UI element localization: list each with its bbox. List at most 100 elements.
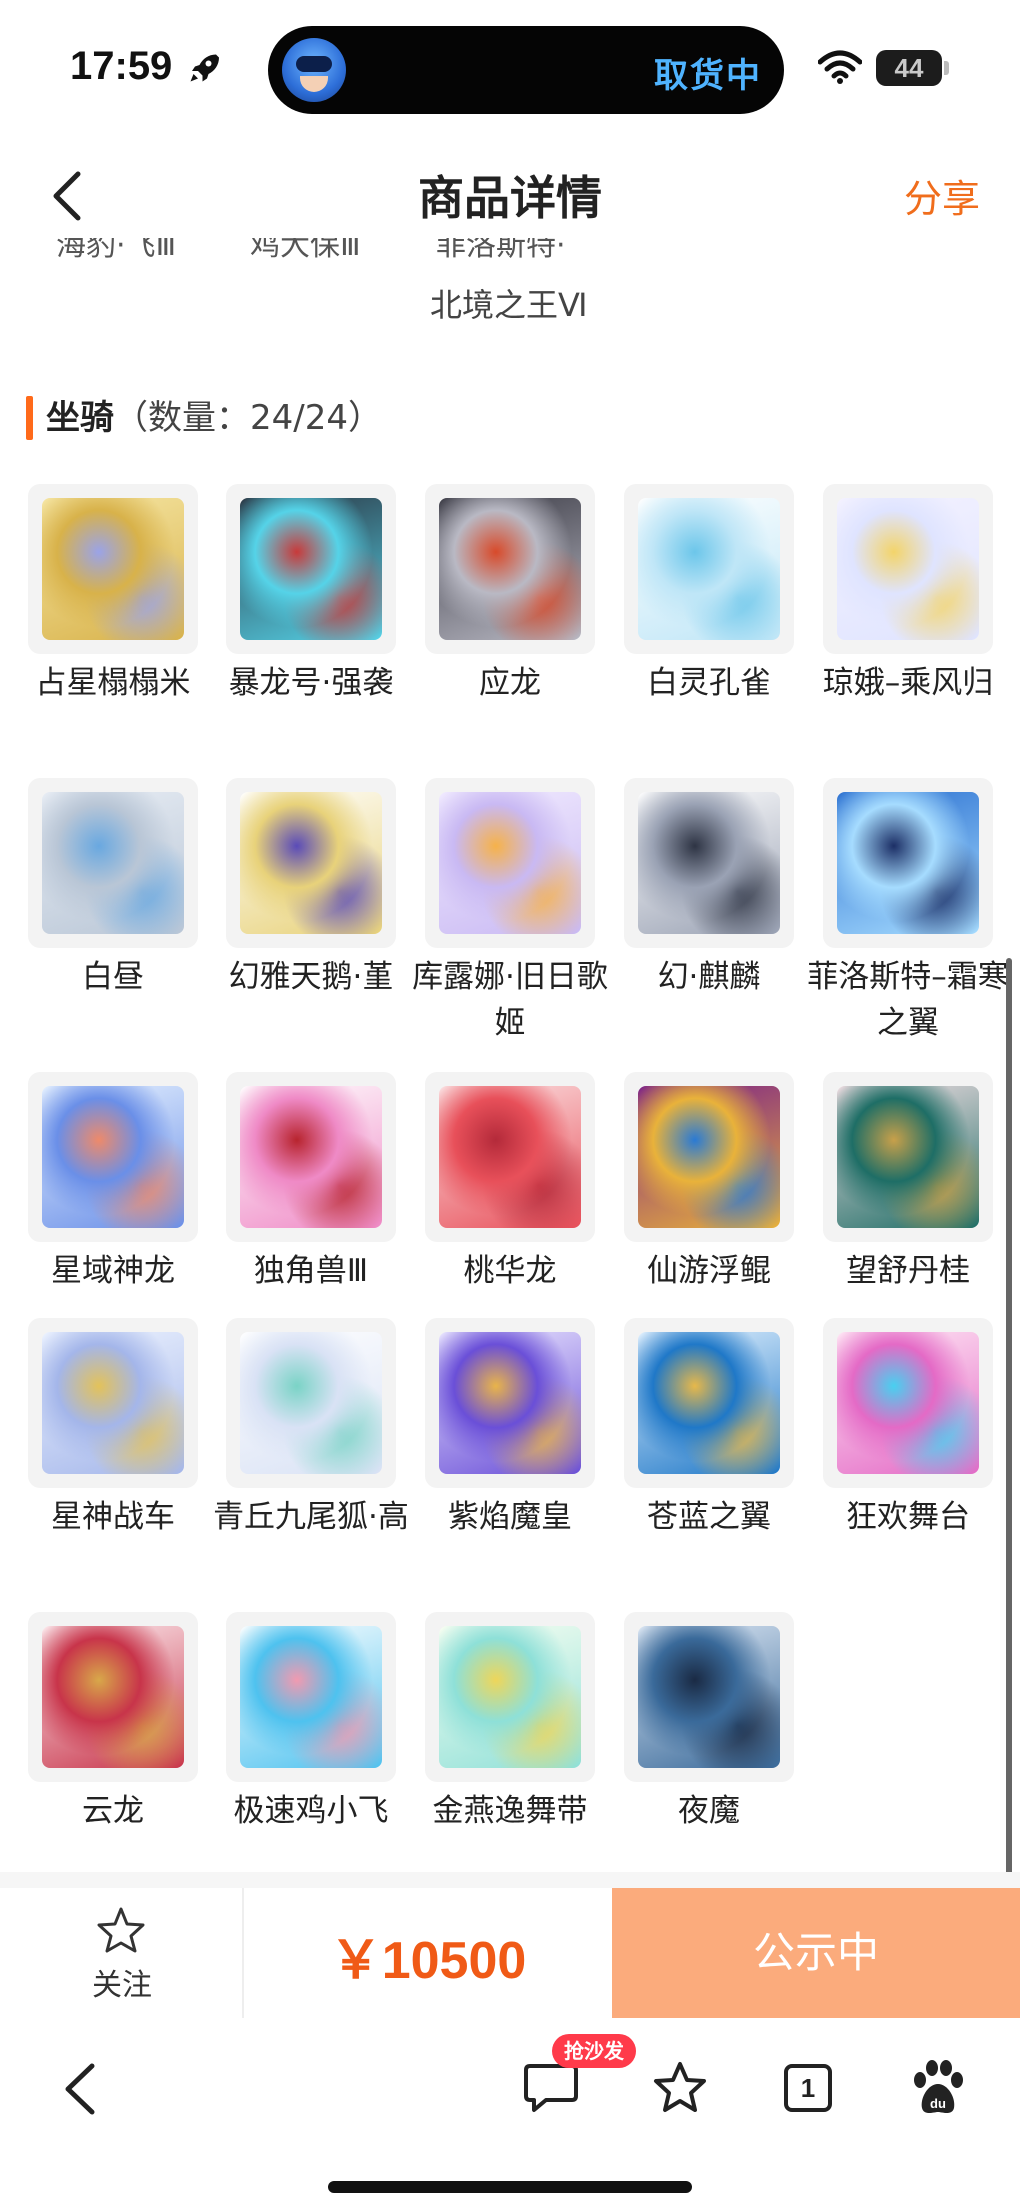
mount-name: 桃华龙 <box>463 1253 557 1289</box>
mount-name: 应龙 <box>479 665 541 701</box>
mount-thumbnail[interactable] <box>823 1318 993 1488</box>
mount-image <box>240 1332 382 1474</box>
mount-thumbnail[interactable] <box>624 778 794 948</box>
price: ￥10500 <box>329 1932 527 1990</box>
section-count: 24/24 <box>250 398 348 438</box>
island-status-text: 取货中 <box>654 56 762 96</box>
battery-icon: 44 <box>876 50 942 86</box>
previous-section-tail: 海豹·飞Ⅲ 鸡大保Ⅲ 菲洛斯特· 北境之王Ⅵ <box>0 238 1020 330</box>
mount-thumbnail[interactable] <box>28 1318 198 1488</box>
status-time: 17:59 <box>70 44 173 88</box>
mount-image <box>837 498 979 640</box>
rocket-icon <box>190 54 219 82</box>
mount-thumbnail[interactable] <box>624 484 794 654</box>
mount-thumbnail[interactable] <box>425 1612 595 1782</box>
mount-thumbnail[interactable] <box>624 1612 794 1782</box>
wifi-icon <box>818 50 862 84</box>
mount-thumbnail[interactable] <box>28 1072 198 1242</box>
favorite-star-icon[interactable] <box>652 2060 708 2114</box>
mount-thumbnail[interactable] <box>28 484 198 654</box>
mount-name: 紫焰魔皇 <box>448 1499 572 1535</box>
mount-name: 占星榻榻米 <box>35 665 191 701</box>
mount-image <box>439 1626 581 1768</box>
mount-name: 金燕逸舞带 <box>432 1793 588 1829</box>
comment-badge: 抢沙发 <box>552 2034 636 2068</box>
section-title: 坐骑（数量：24/24） <box>46 396 382 440</box>
cut-item-label: 鸡大保Ⅲ <box>250 238 361 263</box>
mount-image <box>42 1626 184 1768</box>
comment-icon[interactable] <box>522 2060 580 2114</box>
mount-thumbnail[interactable] <box>425 1072 595 1242</box>
action-bar: 关注 ￥10500 公示中 <box>0 1888 1020 2018</box>
mount-name: 仙游浮鲲 <box>647 1253 771 1289</box>
mount-image <box>638 1626 780 1768</box>
mount-thumbnail[interactable] <box>226 1072 396 1242</box>
mount-thumbnail[interactable] <box>624 1318 794 1488</box>
page-title: 商品详情 <box>418 171 602 225</box>
mount-name: 独角兽Ⅲ <box>253 1253 369 1289</box>
mount-thumbnail[interactable] <box>425 778 595 948</box>
delivery-avatar-icon <box>282 38 346 102</box>
mount-image <box>837 792 979 934</box>
section-count-close: ） <box>347 398 382 438</box>
mount-name: 白灵孔雀 <box>647 665 771 701</box>
mount-name: 望舒丹桂 <box>846 1253 970 1289</box>
mount-image <box>42 792 184 934</box>
mount-image <box>439 1086 581 1228</box>
mount-image <box>240 1086 382 1228</box>
mount-thumbnail[interactable] <box>226 1612 396 1782</box>
mount-thumbnail[interactable] <box>425 484 595 654</box>
mount-thumbnail[interactable] <box>28 1612 198 1782</box>
browser-toolbar: 抢沙发 1 du <box>0 2018 1020 2158</box>
mount-name: 云龙 <box>82 1793 144 1829</box>
mount-image <box>439 1332 581 1474</box>
tabs-count-icon[interactable]: 1 <box>784 2064 832 2112</box>
section-count-label: （数量： <box>114 398 250 438</box>
baidu-paw-icon[interactable]: du <box>910 2058 966 2118</box>
scrollbar[interactable] <box>1006 958 1012 2012</box>
mount-image <box>240 1626 382 1768</box>
mount-name: 青丘九尾狐·高 <box>213 1499 409 1535</box>
mount-name: 星神战车 <box>51 1499 175 1535</box>
follow-label: 关注 <box>92 1968 152 2003</box>
dynamic-island[interactable]: 取货中 <box>268 26 784 114</box>
mount-image <box>439 498 581 640</box>
mount-thumbnail[interactable] <box>624 1072 794 1242</box>
status-bar: 17:59 取货中 44 <box>0 0 1020 130</box>
browser-back-icon[interactable] <box>60 2060 100 2118</box>
share-button[interactable]: 分享 <box>904 168 980 223</box>
publicity-status-button[interactable]: 公示中 <box>612 1888 1020 2018</box>
mount-image <box>42 1332 184 1474</box>
mount-thumbnail[interactable] <box>425 1318 595 1488</box>
mount-name: 幻·麒麟 <box>657 959 761 995</box>
follow-button[interactable]: 关注 <box>0 1888 244 2018</box>
cut-item-label: 菲洛斯特· <box>436 238 566 263</box>
star-icon <box>97 1907 145 1953</box>
mount-name: 暴龙号·强袭 <box>228 665 394 701</box>
home-indicator <box>328 2181 692 2193</box>
mount-image <box>837 1086 979 1228</box>
item-label: 北境之王Ⅵ <box>430 286 588 324</box>
mount-image <box>638 792 780 934</box>
mount-thumbnail[interactable] <box>226 484 396 654</box>
mount-thumbnail[interactable] <box>226 778 396 948</box>
mount-image <box>638 1332 780 1474</box>
mount-thumbnail[interactable] <box>823 778 993 948</box>
mount-thumbnail[interactable] <box>226 1318 396 1488</box>
mount-name: 夜魔 <box>678 1793 740 1829</box>
navigation-bar: 商品详情 分享 <box>0 140 1020 250</box>
mount-image <box>240 498 382 640</box>
mount-thumbnail[interactable] <box>28 778 198 948</box>
mount-name: 菲洛斯特–霜寒之翼 <box>807 959 1009 1041</box>
mount-name: 极速鸡小飞 <box>233 1793 389 1829</box>
mount-image <box>837 1332 979 1474</box>
divider <box>0 1872 1020 1888</box>
cut-item-label: 海豹·飞Ⅲ <box>56 238 177 263</box>
mount-image <box>42 498 184 640</box>
mount-name: 幻雅天鹅·堇 <box>228 959 394 995</box>
mount-thumbnail[interactable] <box>823 484 993 654</box>
mount-name: 库露娜·旧日歌姬 <box>412 959 608 1041</box>
section-accent-bar <box>26 396 33 440</box>
mount-image <box>240 792 382 934</box>
mount-thumbnail[interactable] <box>823 1072 993 1242</box>
